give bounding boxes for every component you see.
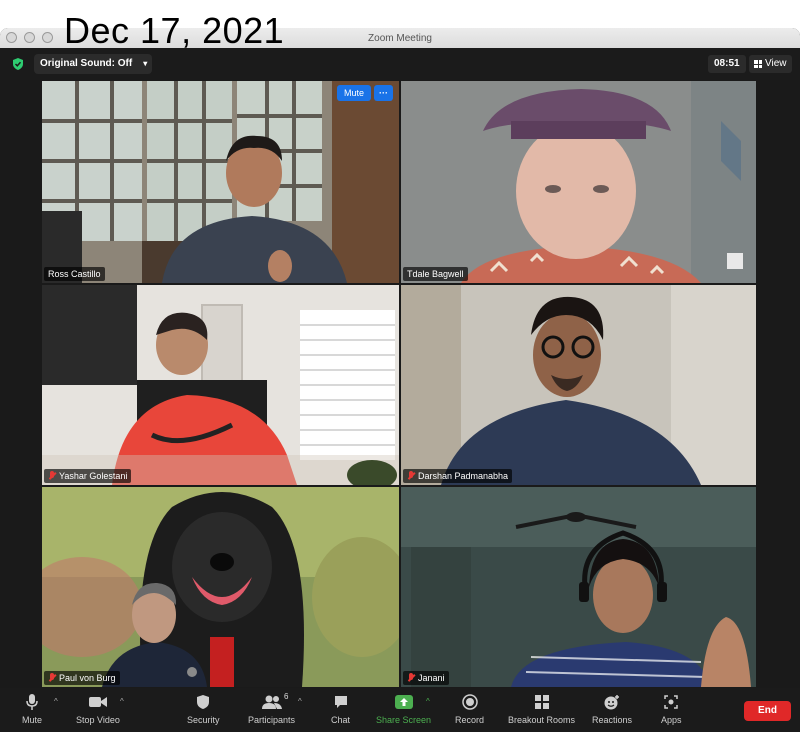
participant-name: Janani [418, 673, 445, 683]
participant-name: Ross Castillo [48, 269, 101, 279]
apps-icon [664, 695, 678, 709]
participant-name-tag: Darshan Padmanabha [403, 469, 513, 483]
video-tile-tdale-bagwell[interactable]: Tdale Bagwell [401, 81, 756, 283]
video-feed [401, 285, 756, 485]
close-window-button[interactable] [6, 32, 17, 43]
share-options-caret[interactable]: ^ [426, 697, 430, 706]
grid-view-icon [754, 60, 762, 68]
view-button[interactable]: View [749, 55, 792, 73]
video-feed [401, 81, 756, 283]
apps-button[interactable]: Apps [661, 692, 682, 725]
microphone-muted-icon [48, 471, 56, 481]
security-button[interactable]: Security [187, 692, 220, 725]
video-feed [42, 285, 399, 485]
reactions-label: Reactions [592, 715, 633, 725]
record-button[interactable]: Record [455, 692, 484, 725]
breakout-rooms-button[interactable]: Breakout Rooms [508, 692, 575, 725]
stop-video-label: Stop Video [76, 715, 120, 725]
meeting-top-bar: Original Sound: Off ▾ 08:51 View [0, 48, 800, 80]
mute-label: Mute [22, 715, 43, 725]
participant-name-tag: Ross Castillo [44, 267, 105, 281]
share-screen-label: Share Screen [376, 715, 432, 725]
chat-bubble-icon [334, 696, 347, 708]
video-tile-ross-castillo[interactable]: Mute ··· Ross Castillo [42, 81, 399, 283]
share-screen-button[interactable]: Share Screen [376, 692, 431, 725]
microphone-muted-icon [407, 471, 415, 481]
video-camera-icon [88, 697, 107, 707]
participant-name-tag: Yashar Golestani [44, 469, 132, 483]
reactions-button[interactable]: Reactions [592, 692, 632, 725]
apps-label: Apps [661, 715, 682, 725]
view-label: View [765, 58, 787, 69]
participant-name: Yashar Golestani [59, 471, 128, 481]
chat-button[interactable]: Chat [331, 692, 350, 725]
more-options-button[interactable]: ··· [374, 85, 393, 101]
microphone-icon [26, 694, 38, 710]
participant-name: Tdale Bagwell [407, 269, 464, 279]
mute-participant-button[interactable]: Mute [336, 85, 371, 101]
stop-video-button[interactable]: Stop Video [76, 692, 120, 725]
breakout-rooms-icon [534, 695, 549, 709]
original-sound-button[interactable]: Original Sound: Off ▾ [34, 54, 153, 74]
shield-icon[interactable] [11, 57, 25, 71]
security-label: Security [187, 715, 220, 725]
audio-options-caret[interactable]: ^ [54, 697, 58, 706]
participant-name-tag: Janani [403, 671, 449, 685]
meeting-toolbar: Mute ^ Stop Video ^ Security Participant… [0, 688, 800, 732]
video-tile-yashar-golestani[interactable]: Yashar Golestani [42, 285, 399, 485]
participant-name-tag: Tdale Bagwell [403, 267, 468, 281]
date-overlay: Dec 17, 2021 [64, 10, 285, 51]
participant-name: Paul von Burg [59, 673, 116, 683]
participants-label: Participants [248, 715, 296, 725]
meeting-timer: 08:51 [708, 55, 746, 73]
share-screen-icon [394, 695, 413, 709]
participant-name: Darshan Padmanabha [418, 471, 509, 481]
chat-label: Chat [331, 715, 351, 725]
video-feed [401, 487, 756, 687]
minimize-window-button[interactable] [24, 32, 35, 43]
participants-icon [261, 695, 282, 709]
participants-count: 6 [284, 692, 289, 701]
breakout-rooms-label: Breakout Rooms [508, 715, 576, 725]
video-tile-janani[interactable]: Janani [401, 487, 756, 687]
video-tile-darshan-padmanabha[interactable]: Darshan Padmanabha [401, 285, 756, 485]
video-tile-paul-von-burg[interactable]: Paul von Burg [42, 487, 399, 687]
emoji-plus-icon [604, 695, 620, 710]
mute-button[interactable]: Mute [22, 692, 42, 725]
zoom-window-button[interactable] [42, 32, 53, 43]
chevron-down-icon: ▾ [143, 59, 148, 68]
video-feed [42, 81, 399, 283]
record-icon [461, 694, 478, 710]
participants-options-caret[interactable]: ^ [298, 697, 302, 706]
tile-controls: Mute ··· [336, 85, 393, 101]
microphone-muted-icon [407, 673, 415, 683]
end-meeting-button[interactable]: End [744, 701, 791, 721]
shield-icon [197, 695, 210, 709]
participant-name-tag: Paul von Burg [44, 671, 120, 685]
window-controls [6, 32, 53, 43]
video-options-caret[interactable]: ^ [120, 697, 124, 706]
zoom-window: Zoom Meeting Original Sound: Off ▾ 08:51… [0, 28, 800, 732]
original-sound-label: Original Sound: Off [40, 58, 133, 69]
record-label: Record [455, 715, 485, 725]
video-feed [42, 487, 399, 687]
microphone-muted-icon [48, 673, 56, 683]
